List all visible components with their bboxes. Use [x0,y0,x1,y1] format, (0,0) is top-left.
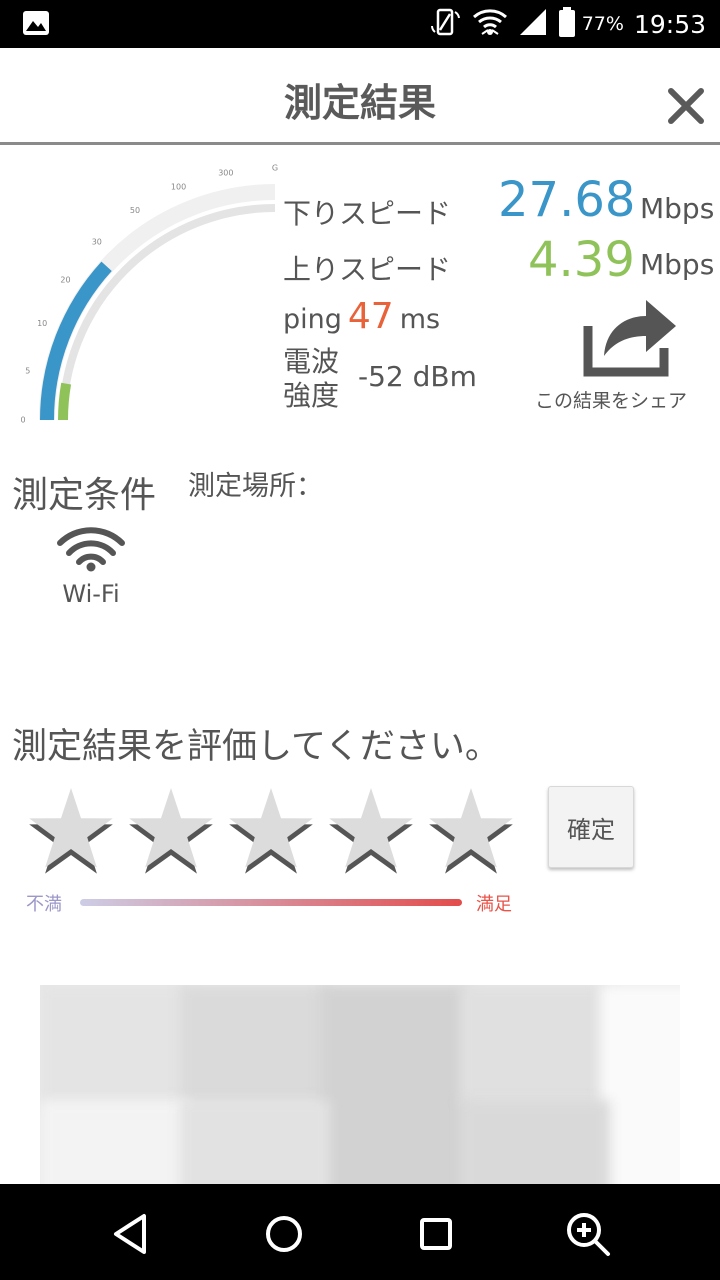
home-button[interactable] [256,1206,312,1262]
ping-value: 47 [347,296,394,337]
battery-icon [558,6,576,42]
zoom-in-icon [567,1213,610,1256]
header: 測定結果 [0,48,720,145]
star-icon[interactable] [126,786,216,876]
star-icon[interactable] [226,786,316,876]
gauge-tick-label: 100 [171,183,186,192]
confirm-button[interactable]: 確定 [548,786,634,868]
star-rating [26,786,516,876]
share-button[interactable]: この結果をシェア [526,286,696,416]
recents-button[interactable] [408,1206,464,1262]
battery-percent: 77% [581,13,624,35]
back-button[interactable] [104,1206,160,1262]
clock: 19:53 [633,9,706,39]
image-icon [22,10,50,40]
zoom-button[interactable] [560,1206,616,1262]
download-value: 27.68 [498,172,636,228]
network-type: Wi-Fi [54,526,128,608]
upload-label: 上りスピード [283,253,452,286]
conditions-title: 測定条件 [12,475,157,516]
download-label: 下りスピード [283,197,452,230]
scale-high-label: 満足 [476,894,512,915]
upload-unit: Mbps [640,248,715,281]
gauge-tick-label: 20 [60,275,70,284]
close-icon [668,88,704,124]
home-icon [266,1216,302,1252]
signal-label-line1: 電波 [283,345,340,378]
status-bar: 77% 19:53 [0,0,720,48]
gauge-tick-label: 300 [218,168,233,177]
network-label: Wi-Fi [62,580,120,608]
location-label: 測定場所： [188,471,323,502]
share-label: この結果をシェア [534,390,687,412]
status-icons: 77% 19:53 [430,4,706,44]
gauge-tick-label: 5 [25,366,30,375]
star-icon[interactable] [426,786,516,876]
share-icon [583,300,676,377]
back-icon [114,1214,146,1254]
upload-value: 4.39 [528,232,635,288]
wifi-icon [57,527,125,572]
speed-gauge: 0 5 10 20 30 50 100 300 G [0,150,290,430]
satisfaction-scale-bar [80,899,462,906]
cell-signal-icon [518,7,548,41]
download-unit: Mbps [640,192,715,225]
ping-row: ping 47 ms [283,296,440,337]
gauge-tick-label: 30 [92,237,102,246]
gauge-tick-label: G [272,164,278,173]
signal-strength-label: 電波 強度 [283,345,353,413]
ping-unit: ms [399,304,441,335]
recents-icon [420,1218,452,1250]
rotate-icon [430,6,462,42]
star-icon[interactable] [26,786,116,876]
page-title: 測定結果 [283,81,436,125]
gauge-tick-label: 10 [37,319,47,328]
signal-strength-value: -52 dBm [358,360,477,393]
signal-label-line2: 強度 [283,379,340,412]
gauge-tick-label: 0 [20,416,25,425]
gauge-tick-label: 50 [130,206,140,215]
navigation-bar [0,1184,720,1280]
star-icon[interactable] [326,786,416,876]
scale-low-label: 不満 [26,894,62,915]
upload-arc [58,382,72,421]
rating-prompt: 測定結果を評価してください。 [12,727,500,767]
wifi-icon [472,6,508,42]
blurred-ad-area [40,985,680,1185]
close-button[interactable] [666,86,706,126]
ping-label: ping [283,304,342,335]
